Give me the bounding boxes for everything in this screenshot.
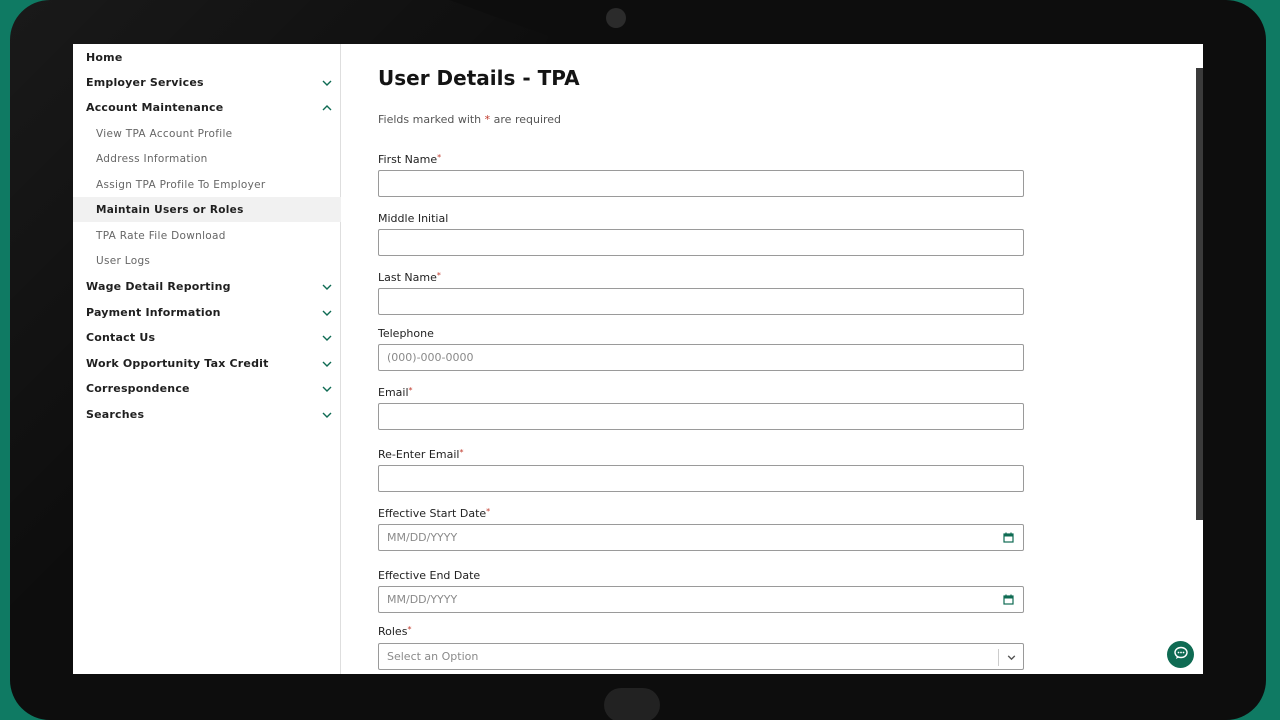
sidebar-item-correspondence[interactable]: Correspondence [73, 376, 341, 401]
field-label-text: First Name [378, 153, 438, 166]
home-button [604, 688, 660, 720]
first-name-field[interactable] [378, 170, 1024, 197]
chevron-down-icon [321, 383, 333, 395]
required-marker: * [436, 271, 441, 280]
sidebar-subitem-label: Address Information [96, 152, 208, 165]
sidebar-subitem-label: Maintain Users or Roles [96, 203, 244, 216]
email-field[interactable] [378, 403, 1024, 430]
required-marker: * [486, 507, 491, 516]
telephone-field[interactable]: (000)-000-0000 [378, 344, 1024, 371]
sidebar-subitem-label: TPA Rate File Download [96, 229, 226, 242]
telephone-label: Telephone [378, 327, 434, 340]
effective-end-date-field[interactable]: MM/DD/YYYY [378, 586, 1024, 613]
chevron-down-icon [321, 281, 333, 293]
sidebar-item-contact-us[interactable]: Contact Us [73, 325, 341, 350]
calendar-icon[interactable] [1003, 594, 1014, 605]
app-screen: Home Employer Services Account Maintenan… [73, 44, 1203, 674]
roles-select[interactable]: Select an Option [378, 643, 1024, 670]
sidebar-item-account-maintenance[interactable]: Account Maintenance [73, 95, 341, 120]
field-label-text: Last Name [378, 271, 437, 284]
field-label-text: Effective Start Date [378, 507, 487, 520]
chevron-down-icon [321, 358, 333, 370]
field-label-text: Effective End Date [378, 569, 481, 582]
chevron-down-icon [321, 409, 333, 421]
chevron-down-icon [321, 332, 333, 344]
middle-initial-field[interactable] [378, 229, 1024, 256]
chat-icon [1173, 645, 1189, 665]
field-placeholder: MM/DD/YYYY [387, 593, 458, 606]
field-label-text: Re-Enter Email [378, 448, 460, 461]
sidebar-item-label: Correspondence [86, 382, 190, 395]
required-marker: * [408, 386, 413, 395]
sidebar-item-label: Contact Us [86, 331, 156, 344]
sidebar-item-work-opportunity-tax-credit[interactable]: Work Opportunity Tax Credit [73, 351, 341, 376]
effective-start-date-field[interactable]: MM/DD/YYYY [378, 524, 1024, 551]
chevron-down-icon [321, 77, 333, 89]
middle-initial-label: Middle Initial [378, 212, 448, 225]
last-name-field[interactable] [378, 288, 1024, 315]
field-placeholder: Select an Option [387, 650, 479, 663]
select-divider [998, 649, 999, 666]
sidebar-subitem-assign-tpa-profile[interactable]: Assign TPA Profile To Employer [73, 172, 341, 197]
sidebar-subitem-maintain-users-or-roles[interactable]: Maintain Users or Roles [73, 197, 341, 222]
reenter-email-field[interactable] [378, 465, 1024, 492]
sidebar-item-label: Home [86, 51, 123, 64]
reenter-email-label: Re-Enter Email* [378, 448, 463, 461]
field-placeholder: (000)-000-0000 [387, 351, 474, 364]
sidebar-item-home[interactable]: Home [73, 45, 341, 70]
camera [606, 8, 626, 28]
required-marker: * [407, 625, 412, 634]
sidebar-subitem-address-information[interactable]: Address Information [73, 146, 341, 171]
sidebar-subitem-user-logs[interactable]: User Logs [73, 248, 341, 273]
roles-label: Roles* [378, 625, 411, 638]
sidebar-item-wage-detail-reporting[interactable]: Wage Detail Reporting [73, 274, 341, 299]
chevron-up-icon [321, 102, 333, 114]
chat-button[interactable] [1167, 641, 1194, 668]
required-marker: * [459, 448, 464, 457]
sidebar-subitem-tpa-rate-file-download[interactable]: TPA Rate File Download [73, 223, 341, 248]
sidebar-subitem-label: Assign TPA Profile To Employer [96, 178, 266, 191]
sidebar-item-label: Employer Services [86, 76, 204, 89]
sidebar-subitem-label: User Logs [96, 254, 151, 267]
sidebar-subitem-label: View TPA Account Profile [96, 127, 233, 140]
scrollbar-thumb[interactable] [1196, 68, 1203, 520]
first-name-label: First Name* [378, 153, 441, 166]
email-label: Email* [378, 386, 413, 399]
sidebar-item-label: Payment Information [86, 306, 221, 319]
field-label-text: Email [378, 386, 409, 399]
user-details-form: User Details - TPA Fields marked with * … [359, 44, 1199, 674]
effective-start-date-label: Effective Start Date* [378, 507, 490, 520]
field-label-text: Roles [378, 625, 408, 638]
sidebar-item-label: Searches [86, 408, 145, 421]
effective-end-date-label: Effective End Date [378, 569, 480, 582]
chevron-down-icon[interactable] [1006, 652, 1017, 663]
scrollbar-track[interactable] [1196, 44, 1203, 674]
chevron-down-icon [321, 307, 333, 319]
tablet-frame: Home Employer Services Account Maintenan… [10, 0, 1266, 720]
sidebar-item-label: Account Maintenance [86, 101, 224, 114]
field-label-text: Telephone [378, 327, 434, 340]
required-note-suffix: are required [490, 113, 562, 126]
sidebar-item-searches[interactable]: Searches [73, 402, 341, 427]
sidebar-subitem-view-tpa-account-profile[interactable]: View TPA Account Profile [73, 121, 341, 146]
sidebar-item-payment-information[interactable]: Payment Information [73, 300, 341, 325]
sidebar-item-label: Wage Detail Reporting [86, 280, 231, 293]
calendar-icon[interactable] [1003, 532, 1014, 543]
last-name-label: Last Name* [378, 271, 441, 284]
page-title: User Details - TPA [378, 66, 580, 90]
sidebar-item-employer-services[interactable]: Employer Services [73, 70, 341, 95]
required-marker: * [437, 153, 442, 162]
required-note-prefix: Fields marked with [378, 113, 485, 126]
required-fields-note: Fields marked with * are required [378, 113, 561, 126]
field-label-text: Middle Initial [378, 212, 449, 225]
sidebar-item-label: Work Opportunity Tax Credit [86, 357, 269, 370]
sidebar-nav: Home Employer Services Account Maintenan… [73, 44, 341, 674]
field-placeholder: MM/DD/YYYY [387, 531, 458, 544]
